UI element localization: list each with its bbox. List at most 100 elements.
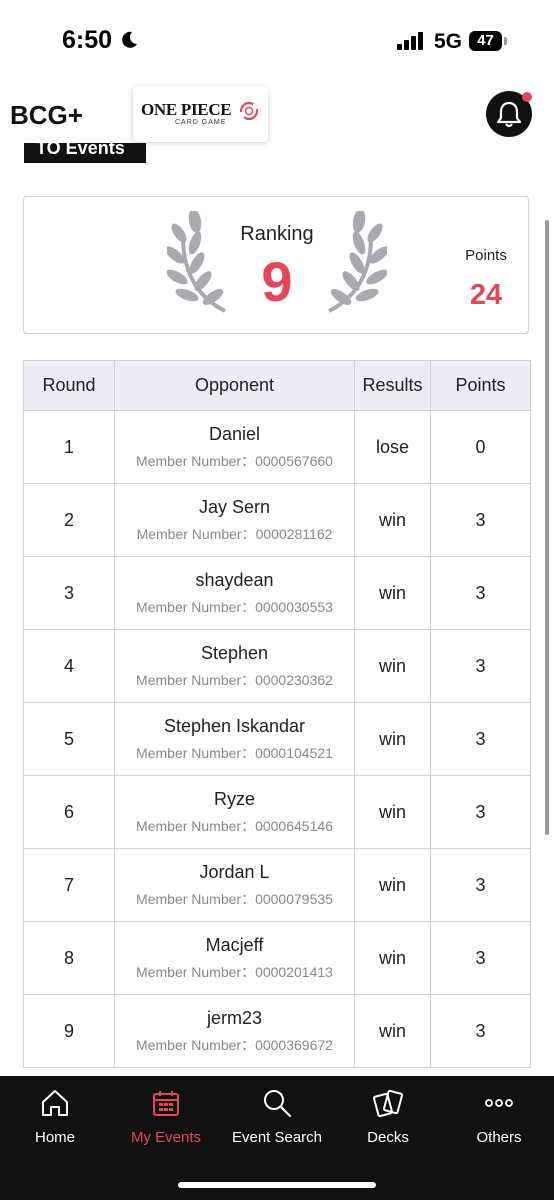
nav-my-events[interactable]: My Events	[111, 1076, 221, 1166]
points-cell: 0	[430, 410, 531, 484]
ranking-label: Ranking	[240, 223, 314, 245]
opponent-cell: Daniel Member Number：0000567660	[114, 410, 355, 484]
search-icon	[264, 1090, 292, 1118]
header-opponent: Opponent	[114, 360, 355, 411]
result-cell: win	[354, 921, 431, 995]
opponent-name: Stephen	[200, 642, 269, 663]
round-cell: 7	[23, 848, 115, 922]
member-number: Member Number：0000567660	[136, 452, 333, 469]
opponent-cell: Stephen Iskandar Member Number：0000104521	[114, 702, 355, 776]
ranking-summary-card: Ranking 9 Points 24	[23, 196, 529, 334]
one-piece-logo[interactable]: ONE PIECE CARD GAME	[133, 86, 268, 142]
table-row: 2 Jay Sern Member Number：0000281162 win 3	[23, 483, 531, 557]
member-number: Member Number：0000201413	[136, 963, 333, 980]
table-row: 3 shaydean Member Number：0000030553 win 3	[23, 556, 531, 630]
moon-icon	[122, 31, 137, 48]
results-table: Round Opponent Results Points 1 Daniel Me…	[23, 360, 531, 1068]
nav-home[interactable]: Home	[0, 1076, 110, 1166]
opponent-name: shaydean	[195, 569, 274, 590]
round-cell: 6	[23, 775, 115, 849]
section-title: TO Events	[24, 143, 146, 163]
network-label: 5G	[434, 30, 463, 53]
opponent-cell: Macjeff Member Number：0000201413	[114, 921, 355, 995]
home-icon	[42, 1090, 68, 1116]
points-cell: 3	[430, 629, 531, 703]
points-cell: 3	[430, 994, 531, 1068]
member-number: Member Number：0000230362	[136, 671, 333, 688]
nav-label: Others	[476, 1129, 522, 1146]
points-cell: 3	[430, 921, 531, 995]
bandai-card-games-logo[interactable]: BCG+	[10, 100, 114, 128]
member-number: Member Number：0000645146	[136, 817, 333, 834]
battery-icon: 47	[469, 31, 507, 51]
round-cell: 5	[23, 702, 115, 776]
header-results: Results	[354, 360, 431, 411]
points-value: 24	[469, 279, 503, 311]
table-header-row: Round Opponent Results Points	[23, 360, 531, 411]
table-row: 9 jerm23 Member Number：0000369672 win 3	[23, 994, 531, 1068]
points-cell: 3	[430, 483, 531, 557]
signal-icon	[397, 32, 423, 50]
opponent-name: Jordan L	[199, 861, 270, 882]
round-cell: 3	[23, 556, 115, 630]
op-logo-title: ONE PIECE	[141, 100, 232, 119]
opponent-cell: Jordan L Member Number：0000079535	[114, 848, 355, 922]
opponent-name: Ryze	[213, 788, 255, 809]
result-cell: win	[354, 848, 431, 922]
header-round: Round	[23, 360, 115, 411]
round-cell: 1	[23, 410, 115, 484]
opponent-cell: jerm23 Member Number：0000369672	[114, 994, 355, 1068]
nav-label: Home	[34, 1129, 75, 1146]
nav-others[interactable]: Others	[444, 1076, 554, 1166]
round-cell: 9	[23, 994, 115, 1068]
result-cell: win	[354, 483, 431, 557]
opponent-name: Macjeff	[205, 934, 264, 955]
result-cell: win	[354, 556, 431, 630]
home-indicator[interactable]	[178, 1182, 376, 1188]
round-cell: 2	[23, 483, 115, 557]
member-number: Member Number：0000030553	[136, 598, 333, 615]
points-cell: 3	[430, 702, 531, 776]
member-number: Member Number：0000281162	[136, 525, 333, 542]
table-row: 5 Stephen Iskandar Member Number：00001045…	[23, 702, 531, 776]
more-icon	[485, 1099, 513, 1107]
header-points: Points	[430, 360, 531, 411]
table-row: 6 Ryze Member Number：0000645146 win 3	[23, 775, 531, 849]
member-number: Member Number：0000104521	[136, 744, 333, 761]
result-cell: win	[354, 629, 431, 703]
member-number: Member Number：0000369672	[136, 1036, 333, 1053]
ranking-value: 9	[261, 250, 293, 313]
opponent-name: Daniel	[208, 423, 261, 444]
nav-label: Event Search	[231, 1129, 323, 1146]
round-cell: 8	[23, 921, 115, 995]
opponent-cell: Ryze Member Number：0000645146	[114, 775, 355, 849]
nav-event-search[interactable]: Event Search	[222, 1076, 332, 1166]
opponent-name: Stephen Iskandar	[163, 715, 306, 736]
notification-badge	[522, 92, 532, 102]
svg-text:BCG+: BCG+	[10, 100, 83, 128]
result-cell: lose	[354, 410, 431, 484]
opponent-name: Jay Sern	[198, 496, 271, 517]
op-logo-sub: CARD GAME	[175, 119, 227, 126]
result-cell: win	[354, 775, 431, 849]
nav-decks[interactable]: Decks	[333, 1076, 443, 1166]
status-time: 6:50	[62, 26, 113, 54]
opponent-cell: Stephen Member Number：0000230362	[114, 629, 355, 703]
points-label: Points	[465, 247, 507, 264]
table-row: 8 Macjeff Member Number：0000201413 win 3	[23, 921, 531, 995]
scrollbar[interactable]	[545, 220, 549, 835]
points-cell: 3	[430, 556, 531, 630]
battery-level: 47	[469, 31, 502, 51]
round-cell: 4	[23, 629, 115, 703]
opponent-cell: shaydean Member Number：0000030553	[114, 556, 355, 630]
calendar-icon	[153, 1091, 179, 1116]
nav-label: My Events	[130, 1129, 202, 1146]
points-cell: 3	[430, 775, 531, 849]
table-row: 1 Daniel Member Number：0000567660 lose 0	[23, 410, 531, 484]
opponent-cell: Jay Sern Member Number：0000281162	[114, 483, 355, 557]
status-bar: 6:50 5G 47	[0, 0, 554, 80]
member-number: Member Number：0000079535	[136, 890, 333, 907]
result-cell: win	[354, 994, 431, 1068]
result-cell: win	[354, 702, 431, 776]
opponent-name: jerm23	[206, 1007, 263, 1028]
